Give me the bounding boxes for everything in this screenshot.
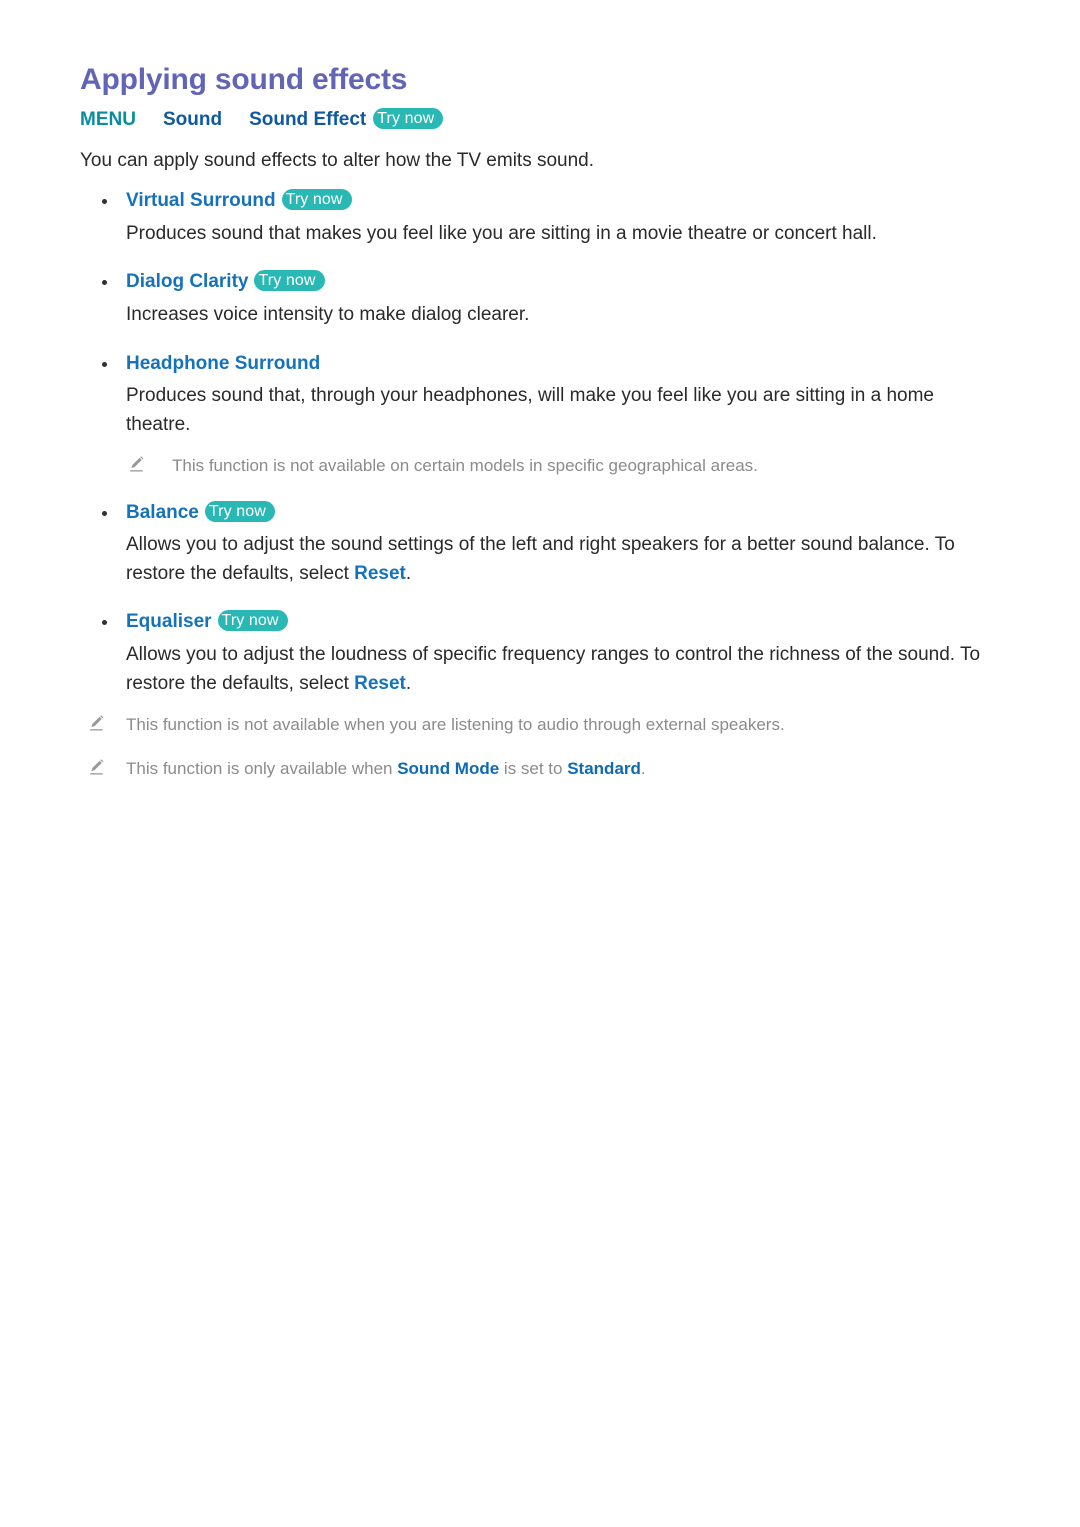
menu-breadcrumb: MENU Sound Sound Effect Try now: [80, 108, 1000, 133]
bullet-dot-icon: [102, 280, 107, 286]
feature-virtual-surround: Virtual Surround Try now Produces sound t…: [80, 189, 1000, 248]
feature-label: Balance: [126, 501, 199, 523]
bullet-dot-icon: [102, 510, 107, 516]
feature-note: This function is not available on certai…: [80, 453, 1000, 479]
feature-description: Produces sound that, through your headph…: [126, 385, 934, 435]
feature-equaliser: Equaliser Try now Allows you to adjust th…: [80, 610, 1000, 698]
try-now-badge-equaliser[interactable]: Try now: [217, 610, 288, 632]
feature-dialog-clarity: Dialog Clarity Try now Increases voice in…: [80, 270, 1000, 329]
footer-note-text-after: .: [640, 758, 646, 778]
help-page: Applying sound effects MENU Sound Sound Ef…: [0, 0, 1080, 1527]
footer-note-sound-mode: This function is only available when Sou…: [80, 756, 1000, 782]
description-text-after: .: [405, 672, 412, 694]
standard-keyword[interactable]: Standard: [567, 759, 641, 778]
feature-note-text: This function is not available on certai…: [172, 456, 758, 476]
feature-headphone-surround: Headphone Surround Produces sound that, …: [80, 352, 1000, 479]
bullet-dot-icon: [102, 620, 107, 626]
breadcrumb-root: MENU: [80, 109, 136, 130]
feature-heading-row: Virtual Surround Try now: [80, 189, 1000, 214]
feature-heading-row: Balance Try now: [80, 500, 1000, 526]
description-text-after: .: [405, 562, 412, 584]
feature-description: Produces sound that makes you feel like …: [126, 222, 877, 244]
try-now-badge-balance[interactable]: Try now: [204, 500, 275, 522]
pencil-note-icon: [88, 714, 105, 732]
footer-note-text: This function is not available when you …: [126, 715, 785, 735]
description-text-before: Allows you to adjust the loudness of spe…: [126, 644, 981, 694]
sound-mode-keyword[interactable]: Sound Mode: [397, 759, 499, 778]
feature-label: Virtual Surround: [126, 190, 276, 212]
feature-heading-row: Dialog Clarity Try now: [80, 270, 1000, 295]
footer-note-external-speakers: This function is not available when you …: [80, 712, 1000, 738]
bullet-dot-icon: [102, 199, 107, 205]
feature-heading-row: Headphone Surround: [80, 352, 1000, 377]
feature-description: Increases voice intensity to make dialog…: [126, 304, 530, 326]
footer-note-text-middle: is set to: [499, 758, 568, 778]
try-now-badge-dialog-clarity[interactable]: Try now: [254, 270, 325, 292]
page-title: Applying sound effects: [80, 63, 408, 96]
feature-label: Dialog Clarity: [126, 271, 249, 293]
try-now-badge-virtual-surround[interactable]: Try now: [281, 189, 352, 211]
description-text-before: Allows you to adjust the sound settings …: [126, 534, 955, 584]
breadcrumb-step-sound-effect: Sound Effect: [249, 109, 367, 130]
pencil-note-icon: [88, 758, 105, 776]
feature-description: Allows you to adjust the sound settings …: [80, 531, 1000, 588]
reset-keyword[interactable]: Reset: [354, 673, 406, 694]
try-now-badge-menu[interactable]: Try now: [373, 108, 444, 129]
footer-note-text-before: This function is only available when: [126, 758, 398, 778]
feature-description: Allows you to adjust the loudness of spe…: [80, 641, 1000, 698]
intro-paragraph: You can apply sound effects to alter how…: [80, 149, 595, 171]
pencil-note-icon: [128, 455, 145, 473]
breadcrumb-step-sound: Sound: [162, 109, 223, 130]
feature-label: Equaliser: [126, 611, 212, 633]
reset-keyword[interactable]: Reset: [354, 563, 406, 584]
bullet-dot-icon: [102, 361, 107, 367]
feature-label: Headphone Surround: [126, 352, 321, 374]
feature-balance: Balance Try now Allows you to adjust the …: [80, 500, 1000, 589]
feature-heading-row: Equaliser Try now: [80, 610, 1000, 635]
